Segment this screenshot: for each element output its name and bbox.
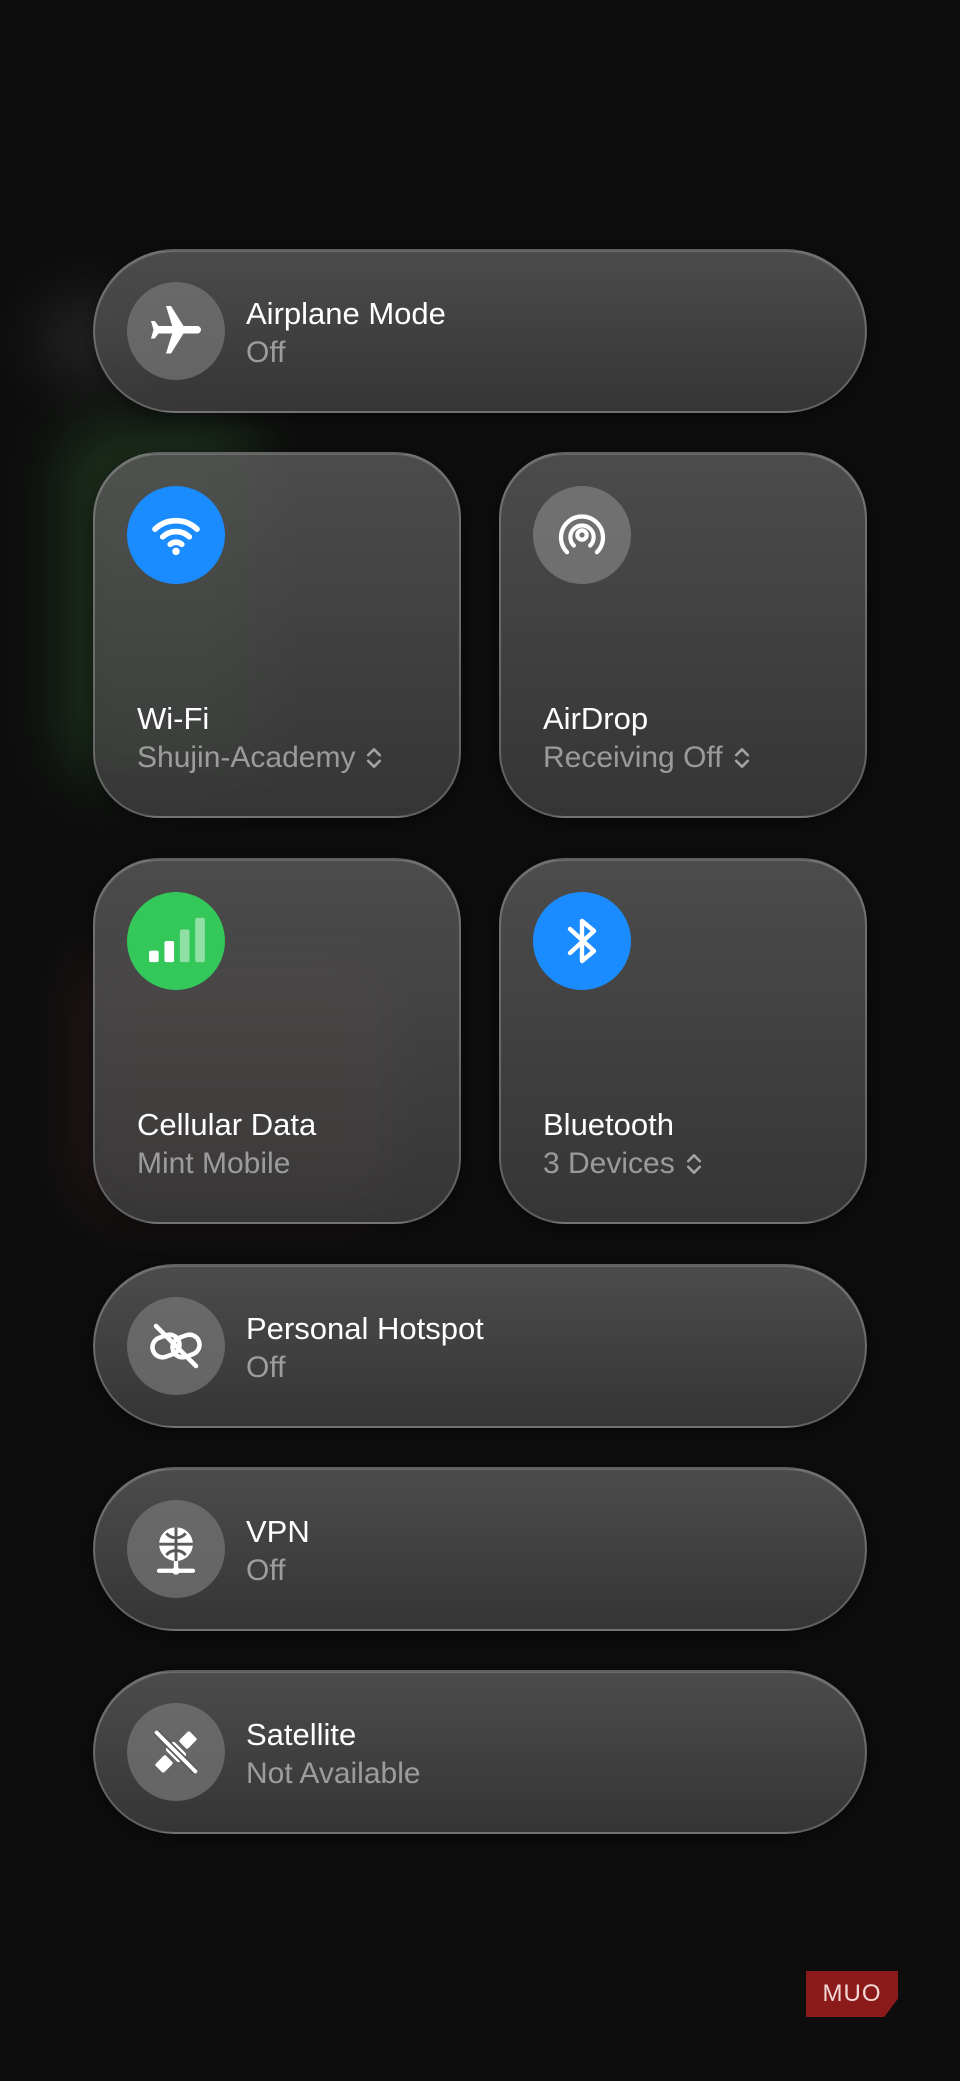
satellite-title: Satellite [246, 1717, 357, 1752]
bluetooth-title: Bluetooth [543, 1107, 674, 1142]
personal-hotspot-toggle[interactable]: Personal Hotspot Off [93, 1264, 867, 1428]
airplane-mode-toggle[interactable]: Airplane Mode Off [93, 249, 867, 413]
vpn-toggle[interactable]: VPN Off [93, 1467, 867, 1631]
chevron-updown-icon[interactable] [685, 1151, 703, 1177]
airplane-icon [127, 282, 225, 380]
satellite-off-icon [127, 1703, 225, 1801]
cellular-title: Cellular Data [137, 1107, 317, 1142]
satellite-status: Not Available [246, 1757, 421, 1790]
airdrop-icon [533, 486, 631, 584]
airdrop-status: Receiving Off [543, 741, 723, 774]
bluetooth-devices: 3 Devices [543, 1147, 675, 1180]
wifi-icon [127, 486, 225, 584]
airplane-mode-status: Off [246, 336, 286, 369]
vpn-title: VPN [246, 1514, 310, 1549]
wifi-network-name: Shujin-Academy [137, 741, 356, 774]
satellite-toggle[interactable]: Satellite Not Available [93, 1670, 867, 1834]
cellular-data-tile[interactable]: Cellular Data Mint Mobile [93, 858, 461, 1224]
cellular-bars-icon [127, 892, 225, 990]
vpn-globe-icon [127, 1500, 225, 1598]
hotspot-link-off-icon [127, 1297, 225, 1395]
vpn-status: Off [246, 1554, 286, 1587]
airplane-mode-title: Airplane Mode [246, 296, 446, 331]
cellular-carrier: Mint Mobile [137, 1147, 291, 1180]
hotspot-title: Personal Hotspot [246, 1311, 484, 1346]
airdrop-tile[interactable]: AirDrop Receiving Off [499, 452, 867, 818]
wifi-tile[interactable]: Wi-Fi Shujin-Academy [93, 452, 461, 818]
bluetooth-tile[interactable]: Bluetooth 3 Devices [499, 858, 867, 1224]
bluetooth-icon [533, 892, 631, 990]
airdrop-title: AirDrop [543, 701, 649, 736]
muo-watermark-logo: MUO [806, 1971, 898, 2017]
hotspot-status: Off [246, 1351, 286, 1384]
wifi-title: Wi-Fi [137, 701, 210, 736]
chevron-updown-icon[interactable] [365, 745, 383, 771]
chevron-updown-icon[interactable] [733, 745, 751, 771]
